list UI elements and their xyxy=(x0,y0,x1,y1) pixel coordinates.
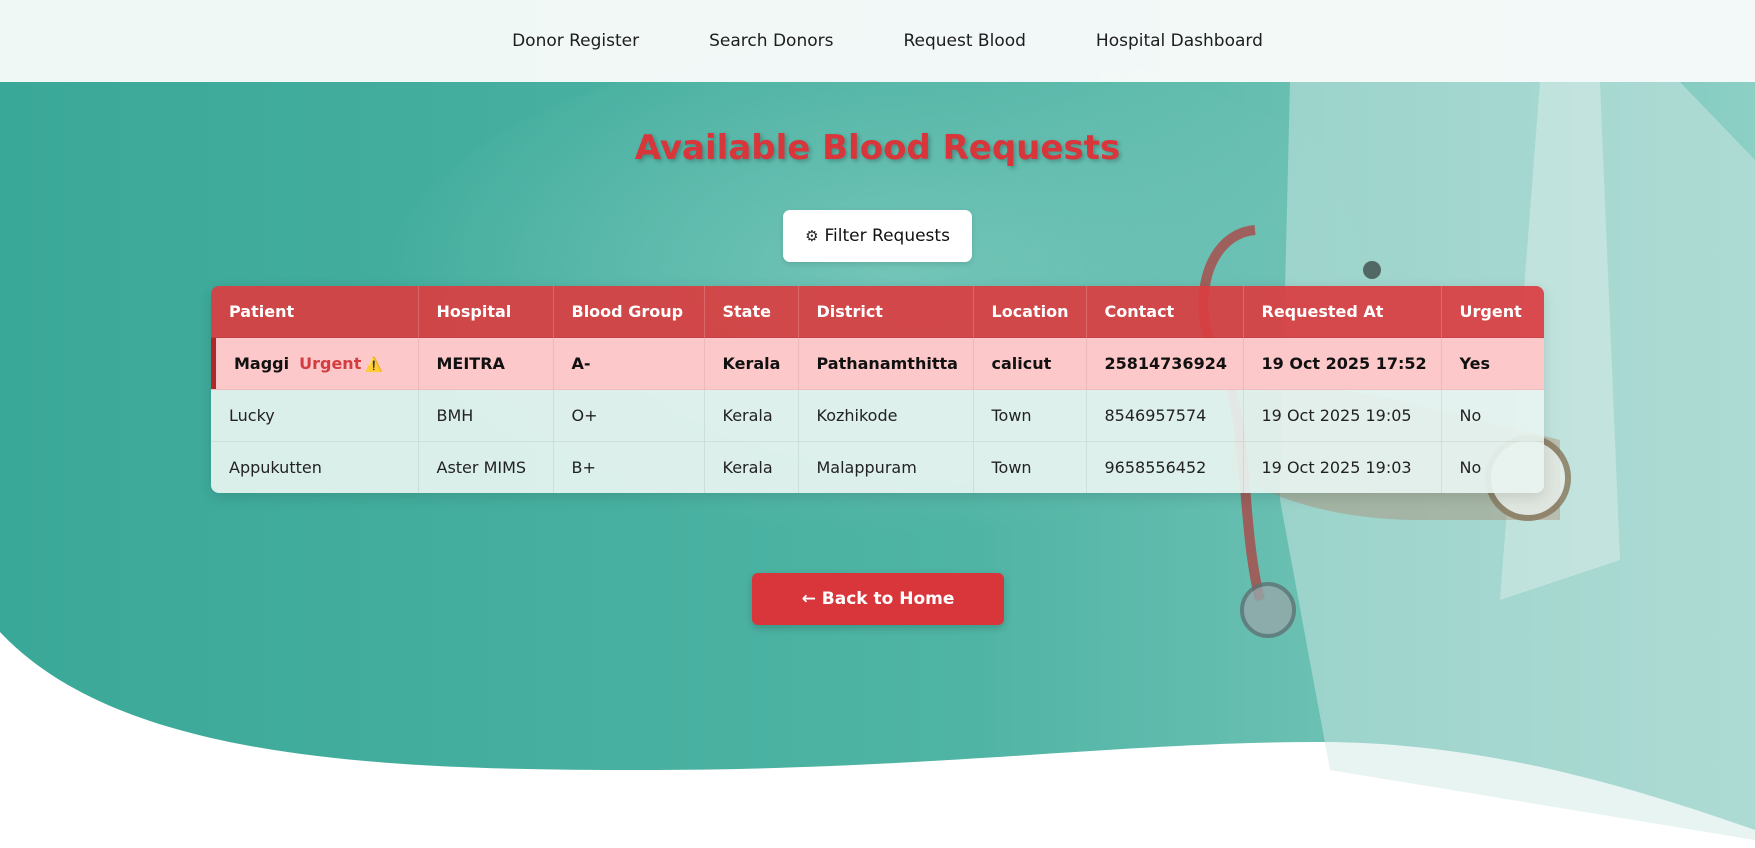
filter-requests-button[interactable]: ⚙ Filter Requests xyxy=(783,210,972,262)
hospital-cell: Aster MIMS xyxy=(418,441,554,493)
patient-cell: Appukutten xyxy=(211,441,419,493)
blood-group-cell: B+ xyxy=(553,441,705,493)
location-cell: calicut xyxy=(973,337,1087,390)
state-cell: Kerala xyxy=(704,441,799,493)
top-navbar: Donor Register Search Donors Request Blo… xyxy=(0,0,1755,82)
state-cell: Kerala xyxy=(704,337,799,390)
column-header: State xyxy=(704,286,799,338)
column-header: Urgent xyxy=(1441,286,1544,338)
requested-at-cell: 19 Oct 2025 19:05 xyxy=(1243,389,1442,442)
nav-search-donors[interactable]: Search Donors xyxy=(709,31,833,51)
patient-cell: Lucky xyxy=(211,389,419,442)
column-header: Requested At xyxy=(1243,286,1442,338)
urgent-tag: Urgent xyxy=(299,354,362,373)
blood-group-cell: A- xyxy=(553,337,705,390)
patient-name: Maggi xyxy=(234,354,290,373)
location-cell: Town xyxy=(973,389,1087,442)
gear-icon: ⚙ xyxy=(805,227,819,245)
column-header: Contact xyxy=(1086,286,1244,338)
column-header: Location xyxy=(973,286,1087,338)
requested-at-cell: 19 Oct 2025 17:52 xyxy=(1243,337,1442,390)
nav-hospital-dashboard[interactable]: Hospital Dashboard xyxy=(1096,31,1263,51)
column-header: Blood Group xyxy=(553,286,705,338)
contact-cell: 9658556452 xyxy=(1086,441,1244,493)
hospital-cell: BMH xyxy=(418,389,554,442)
district-cell: Kozhikode xyxy=(798,389,974,442)
column-header: Patient xyxy=(211,286,419,338)
urgent-cell: No xyxy=(1441,389,1544,442)
requested-at-cell: 19 Oct 2025 19:03 xyxy=(1243,441,1442,493)
location-cell: Town xyxy=(973,441,1087,493)
urgent-cell: Yes xyxy=(1441,337,1544,390)
blood-requests-table: Patient Hospital Blood Group State Distr… xyxy=(211,286,1544,493)
page-title: Available Blood Requests xyxy=(634,128,1121,168)
table-header-row: Patient Hospital Blood Group State Distr… xyxy=(211,286,1544,338)
table-row-urgent[interactable]: Maggi Urgent ⚠️ MEITRA A- Kerala Pathanamt… xyxy=(211,337,1544,390)
blood-group-cell: O+ xyxy=(553,389,705,442)
back-to-home-button[interactable]: ← Back to Home xyxy=(752,573,1004,625)
nav-donor-register[interactable]: Donor Register xyxy=(512,31,639,51)
contact-cell: 25814736924 xyxy=(1086,337,1244,390)
table-row[interactable]: Appukutten Aster MIMS B+ Kerala Malappur… xyxy=(211,441,1544,493)
contact-cell: 8546957574 xyxy=(1086,389,1244,442)
table-row[interactable]: Lucky BMH O+ Kerala Kozhikode Town 85469… xyxy=(211,389,1544,442)
hospital-cell: MEITRA xyxy=(418,337,554,390)
district-cell: Pathanamthitta xyxy=(798,337,974,390)
column-header: District xyxy=(798,286,974,338)
column-header: Hospital xyxy=(418,286,554,338)
nav-request-blood[interactable]: Request Blood xyxy=(903,31,1025,51)
filter-requests-label: Filter Requests xyxy=(824,226,950,246)
district-cell: Malappuram xyxy=(798,441,974,493)
patient-cell: Maggi Urgent ⚠️ xyxy=(211,337,419,390)
warning-icon: ⚠️ xyxy=(365,357,383,373)
urgent-cell: No xyxy=(1441,441,1544,493)
state-cell: Kerala xyxy=(704,389,799,442)
